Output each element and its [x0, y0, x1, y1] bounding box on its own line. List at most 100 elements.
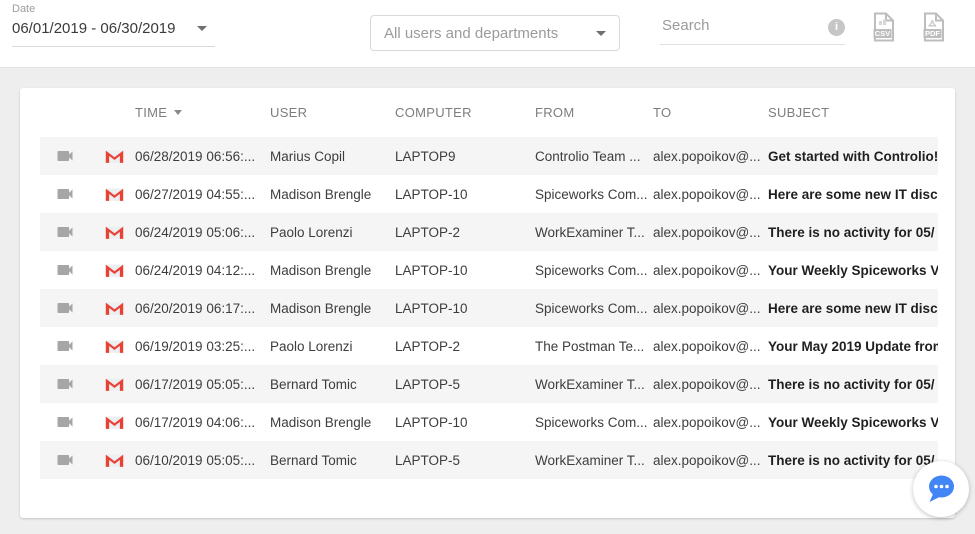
- cell-subject: Here are some new IT discu: [768, 301, 938, 316]
- cell-user: Madison Brengle: [270, 187, 395, 202]
- cell-time: 06/17/2019 05:05:...: [135, 377, 270, 392]
- cell-computer: LAPTOP9: [395, 149, 535, 164]
- chat-bubble-icon: [925, 473, 957, 505]
- export-csv-button[interactable]: CSV: [872, 12, 896, 42]
- users-departments-dropdown[interactable]: All users and departments: [370, 15, 620, 51]
- video-camera-icon: [55, 298, 75, 318]
- cell-from: WorkExaminer T...: [535, 225, 653, 240]
- cell-subject: There is no activity for 05/: [768, 453, 938, 468]
- cell-from: Spiceworks Com...: [535, 415, 653, 430]
- column-header-subject[interactable]: SUBJECT: [768, 105, 938, 120]
- cell-from: Spiceworks Com...: [535, 263, 653, 278]
- cell-time: 06/24/2019 04:12:...: [135, 263, 270, 278]
- export-pdf-button[interactable]: PDF: [922, 12, 946, 42]
- table-row[interactable]: 06/24/2019 05:06:... Paolo Lorenzi LAPTO…: [40, 213, 938, 251]
- cell-subject: Your May 2019 Update from: [768, 339, 938, 354]
- cell-computer: LAPTOP-10: [395, 187, 535, 202]
- cell-user: Paolo Lorenzi: [270, 225, 395, 240]
- date-range-filter[interactable]: Date 06/01/2019 - 06/30/2019: [12, 3, 215, 47]
- table-row[interactable]: 06/10/2019 05:05:... Bernard Tomic LAPTO…: [40, 441, 938, 479]
- cell-from: Controlio Team ...: [535, 149, 653, 164]
- svg-text:PDF: PDF: [925, 29, 940, 38]
- column-header-to[interactable]: TO: [653, 105, 768, 120]
- cell-to: alex.popoikov@...: [653, 453, 768, 468]
- date-range-value: 06/01/2019 - 06/30/2019: [12, 20, 175, 37]
- info-icon[interactable]: i: [828, 19, 845, 36]
- cell-user: Paolo Lorenzi: [270, 339, 395, 354]
- cell-time: 06/10/2019 05:05:...: [135, 453, 270, 468]
- video-camera-icon: [55, 374, 75, 394]
- svg-text:CSV: CSV: [875, 29, 890, 38]
- users-dropdown-value: All users and departments: [384, 25, 558, 42]
- video-camera-icon: [55, 222, 75, 242]
- gmail-icon: [105, 301, 124, 316]
- column-header-time[interactable]: TIME: [135, 105, 270, 120]
- video-camera-icon: [55, 146, 75, 166]
- chevron-down-icon: [197, 26, 207, 31]
- cell-computer: LAPTOP-10: [395, 415, 535, 430]
- cell-user: Madison Brengle: [270, 263, 395, 278]
- table-row[interactable]: 06/28/2019 06:56:... Marius Copil LAPTOP…: [40, 137, 938, 175]
- table-body: 06/28/2019 06:56:... Marius Copil LAPTOP…: [40, 137, 938, 479]
- cell-to: alex.popoikov@...: [653, 263, 768, 278]
- cell-time: 06/17/2019 04:06:...: [135, 415, 270, 430]
- table-row[interactable]: 06/17/2019 05:05:... Bernard Tomic LAPTO…: [40, 365, 938, 403]
- gmail-icon: [105, 339, 124, 354]
- column-header-from[interactable]: FROM: [535, 105, 653, 120]
- cell-time: 06/27/2019 04:55:...: [135, 187, 270, 202]
- cell-to: alex.popoikov@...: [653, 187, 768, 202]
- cell-computer: LAPTOP-2: [395, 339, 535, 354]
- cell-time: 06/28/2019 06:56:...: [135, 149, 270, 164]
- chat-fab-button[interactable]: [913, 461, 969, 517]
- cell-subject: Here are some new IT discu: [768, 187, 938, 202]
- cell-to: alex.popoikov@...: [653, 415, 768, 430]
- cell-to: alex.popoikov@...: [653, 377, 768, 392]
- search-input[interactable]: [660, 11, 845, 45]
- cell-time: 06/19/2019 03:25:...: [135, 339, 270, 354]
- table-row[interactable]: 06/20/2019 06:17:... Madison Brengle LAP…: [40, 289, 938, 327]
- video-camera-icon: [55, 184, 75, 204]
- column-header-user[interactable]: USER: [270, 105, 395, 120]
- table-row[interactable]: 06/24/2019 04:12:... Madison Brengle LAP…: [40, 251, 938, 289]
- cell-subject: There is no activity for 05/: [768, 377, 938, 392]
- gmail-icon: [105, 453, 124, 468]
- gmail-icon: [105, 415, 124, 430]
- chevron-down-icon: [596, 31, 606, 36]
- cell-subject: Your Weekly Spiceworks V: [768, 415, 938, 430]
- cell-to: alex.popoikov@...: [653, 149, 768, 164]
- cell-from: The Postman Te...: [535, 339, 653, 354]
- table-row[interactable]: 06/27/2019 04:55:... Madison Brengle LAP…: [40, 175, 938, 213]
- cell-subject: There is no activity for 05/: [768, 225, 938, 240]
- cell-computer: LAPTOP-5: [395, 377, 535, 392]
- cell-from: WorkExaminer T...: [535, 453, 653, 468]
- cell-computer: LAPTOP-5: [395, 453, 535, 468]
- video-camera-icon: [55, 450, 75, 470]
- cell-user: Bernard Tomic: [270, 377, 395, 392]
- email-table: TIME USER COMPUTER FROM TO SUBJECT 06/28…: [40, 88, 938, 479]
- sort-desc-icon: [174, 110, 182, 115]
- cell-to: alex.popoikov@...: [653, 225, 768, 240]
- gmail-icon: [105, 149, 124, 164]
- date-filter-label: Date: [12, 3, 215, 15]
- cell-to: alex.popoikov@...: [653, 339, 768, 354]
- video-camera-icon: [55, 412, 75, 432]
- gmail-icon: [105, 263, 124, 278]
- table-row[interactable]: 06/19/2019 03:25:... Paolo Lorenzi LAPTO…: [40, 327, 938, 365]
- video-camera-icon: [55, 260, 75, 280]
- column-header-computer[interactable]: COMPUTER: [395, 105, 535, 120]
- cell-user: Madison Brengle: [270, 301, 395, 316]
- cell-time: 06/24/2019 05:06:...: [135, 225, 270, 240]
- gmail-icon: [105, 377, 124, 392]
- cell-from: Spiceworks Com...: [535, 301, 653, 316]
- cell-subject: Your Weekly Spiceworks V: [768, 263, 938, 278]
- filter-toolbar: Date 06/01/2019 - 06/30/2019 All users a…: [0, 0, 975, 68]
- cell-user: Bernard Tomic: [270, 453, 395, 468]
- table-header-row: TIME USER COMPUTER FROM TO SUBJECT: [40, 88, 938, 137]
- gmail-icon: [105, 225, 124, 240]
- cell-from: WorkExaminer T...: [535, 377, 653, 392]
- table-row[interactable]: 06/17/2019 04:06:... Madison Brengle LAP…: [40, 403, 938, 441]
- email-log-card: TIME USER COMPUTER FROM TO SUBJECT 06/28…: [20, 88, 955, 518]
- cell-user: Madison Brengle: [270, 415, 395, 430]
- cell-from: Spiceworks Com...: [535, 187, 653, 202]
- cell-computer: LAPTOP-2: [395, 225, 535, 240]
